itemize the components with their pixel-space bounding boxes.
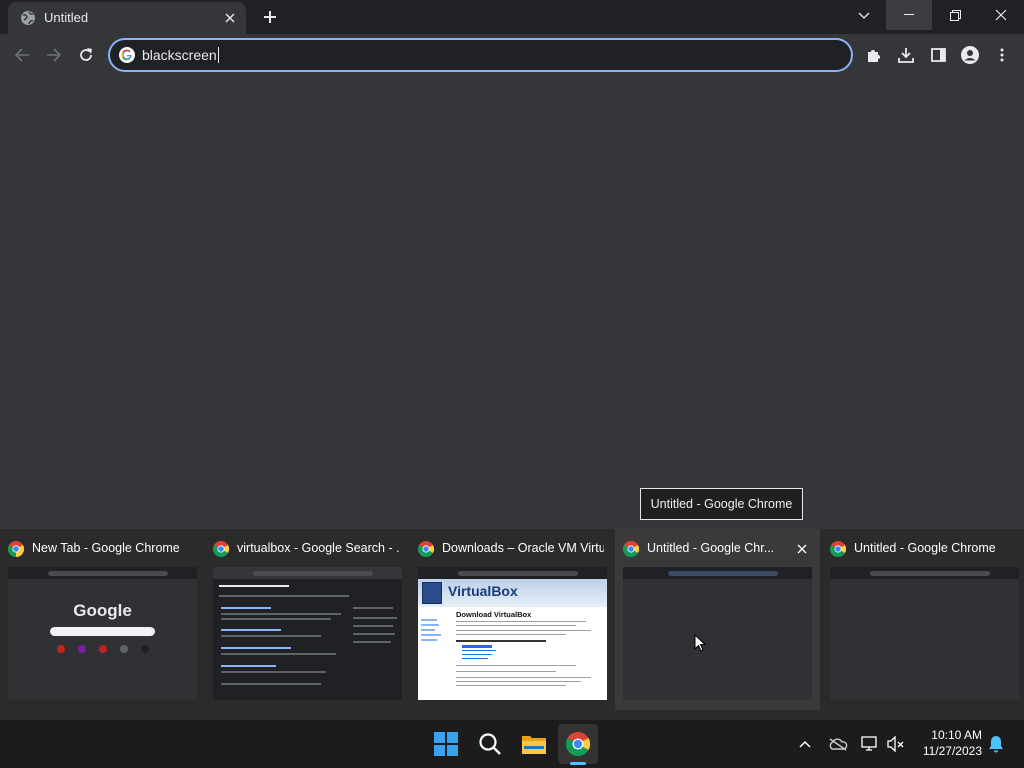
chrome-taskbar-button[interactable] bbox=[558, 724, 598, 764]
clock-date: 11/27/2023 bbox=[922, 744, 982, 758]
thumbnail-virtualbox-search[interactable]: virtualbox - Google Search - ... bbox=[205, 529, 405, 710]
taskbar-thumbnail-strip: New Tab - Google Chrome Google virtualbo… bbox=[0, 529, 1024, 720]
arrow-left-icon bbox=[14, 48, 29, 62]
restore-button[interactable] bbox=[932, 0, 978, 30]
preview-virtualbox-title: VirtualBox bbox=[448, 583, 518, 599]
close-icon bbox=[225, 13, 235, 23]
search-icon bbox=[479, 733, 501, 755]
more-vert-icon bbox=[1000, 48, 1004, 62]
clock-time: 10:10 AM bbox=[931, 728, 982, 742]
thumbnail-virtualbox-downloads[interactable]: Downloads – Oracle VM Virtu... VirtualBo… bbox=[410, 529, 610, 710]
plus-icon bbox=[264, 11, 276, 23]
start-icon bbox=[434, 732, 458, 756]
volume-button[interactable] bbox=[886, 734, 906, 754]
reload-button[interactable] bbox=[74, 43, 98, 67]
title-bar: Untitled bbox=[0, 0, 1024, 34]
thumbnail-preview: Google bbox=[8, 567, 197, 700]
chevron-down-icon bbox=[858, 12, 870, 19]
thumbnail-new-tab[interactable]: New Tab - Google Chrome Google bbox=[0, 529, 200, 710]
start-button[interactable] bbox=[426, 724, 466, 764]
file-explorer-button[interactable] bbox=[514, 724, 554, 764]
thumbnail-title: Untitled - Google Chrome bbox=[854, 541, 996, 555]
thumbnail-tooltip: Untitled - Google Chrome bbox=[640, 488, 803, 520]
thumbnail-close-button[interactable] bbox=[794, 541, 810, 557]
extensions-button[interactable] bbox=[862, 43, 886, 67]
tab-title: Untitled bbox=[44, 10, 89, 25]
reload-icon bbox=[80, 48, 92, 61]
tab-untitled[interactable]: Untitled bbox=[8, 2, 246, 34]
menu-button[interactable] bbox=[990, 43, 1014, 67]
volume-muted-icon bbox=[887, 736, 904, 752]
close-icon bbox=[797, 544, 807, 554]
chrome-icon bbox=[566, 732, 590, 756]
network-icon bbox=[861, 736, 877, 751]
chrome-icon bbox=[830, 541, 846, 557]
chrome-icon bbox=[623, 541, 639, 557]
new-tab-button[interactable] bbox=[258, 5, 282, 29]
thumbnail-untitled-hovered[interactable]: Untitled - Google Chr... bbox=[615, 529, 820, 710]
tab-close-button[interactable] bbox=[220, 8, 240, 28]
onedrive-icon bbox=[829, 738, 848, 751]
address-bar[interactable]: blackscreen bbox=[108, 38, 853, 72]
virtualbox-logo-icon bbox=[422, 582, 442, 604]
google-g-icon bbox=[119, 47, 135, 63]
profile-button[interactable] bbox=[958, 43, 982, 67]
restore-icon bbox=[949, 9, 961, 21]
preview-search-box bbox=[50, 627, 155, 636]
browser-toolbar: blackscreen bbox=[0, 34, 1024, 76]
chrome-icon bbox=[8, 541, 24, 557]
minimize-button[interactable] bbox=[886, 0, 932, 30]
search-button[interactable] bbox=[470, 724, 510, 764]
close-icon bbox=[995, 9, 1007, 21]
thumbnail-preview: VirtualBox Download VirtualBox bbox=[418, 567, 607, 700]
chevron-up-icon bbox=[799, 740, 811, 748]
address-input: blackscreen bbox=[142, 47, 219, 63]
thumbnail-preview bbox=[213, 567, 402, 700]
thumbnail-title: New Tab - Google Chrome bbox=[32, 541, 180, 555]
preview-google-logo: Google bbox=[73, 601, 132, 620]
chrome-icon bbox=[418, 541, 434, 557]
minimize-icon bbox=[904, 14, 914, 15]
thumbnail-untitled[interactable]: Untitled - Google Chrome bbox=[822, 529, 1022, 710]
arrow-right-icon bbox=[47, 48, 62, 62]
back-button[interactable] bbox=[10, 43, 34, 67]
active-app-indicator bbox=[570, 762, 586, 765]
thumbnail-title: virtualbox - Google Search - ... bbox=[237, 541, 399, 555]
show-hidden-icons-button[interactable] bbox=[795, 734, 815, 754]
globe-icon bbox=[21, 11, 35, 25]
tab-search-button[interactable] bbox=[852, 5, 876, 27]
side-panel-button[interactable] bbox=[926, 43, 950, 67]
text-caret bbox=[217, 47, 219, 63]
close-window-button[interactable] bbox=[978, 0, 1024, 30]
forward-button[interactable] bbox=[42, 43, 66, 67]
file-explorer-icon bbox=[522, 736, 546, 754]
chrome-icon bbox=[213, 541, 229, 557]
profile-icon bbox=[961, 46, 979, 64]
windows-taskbar: 10:10 AM 11/27/2023 bbox=[0, 720, 1024, 768]
download-icon bbox=[898, 48, 914, 63]
thumbnail-preview bbox=[623, 567, 812, 700]
thumbnail-title: Downloads – Oracle VM Virtu... bbox=[442, 541, 604, 555]
downloads-button[interactable] bbox=[894, 43, 918, 67]
mouse-cursor-icon bbox=[694, 634, 706, 652]
puzzle-icon bbox=[868, 50, 880, 62]
thumbnail-preview bbox=[830, 567, 1019, 700]
bell-icon bbox=[989, 736, 1003, 753]
side-panel-icon bbox=[930, 48, 946, 62]
onedrive-button[interactable] bbox=[828, 734, 848, 754]
notifications-button[interactable] bbox=[986, 734, 1006, 754]
system-clock[interactable]: 10:10 AM 11/27/2023 bbox=[912, 727, 982, 759]
network-button[interactable] bbox=[860, 734, 880, 754]
screen: Untitled blackscreen Untitled - Google C… bbox=[0, 0, 1024, 768]
thumbnail-title: Untitled - Google Chr... bbox=[647, 541, 775, 555]
preview-virtualbox-subheading: Download VirtualBox bbox=[456, 610, 532, 619]
